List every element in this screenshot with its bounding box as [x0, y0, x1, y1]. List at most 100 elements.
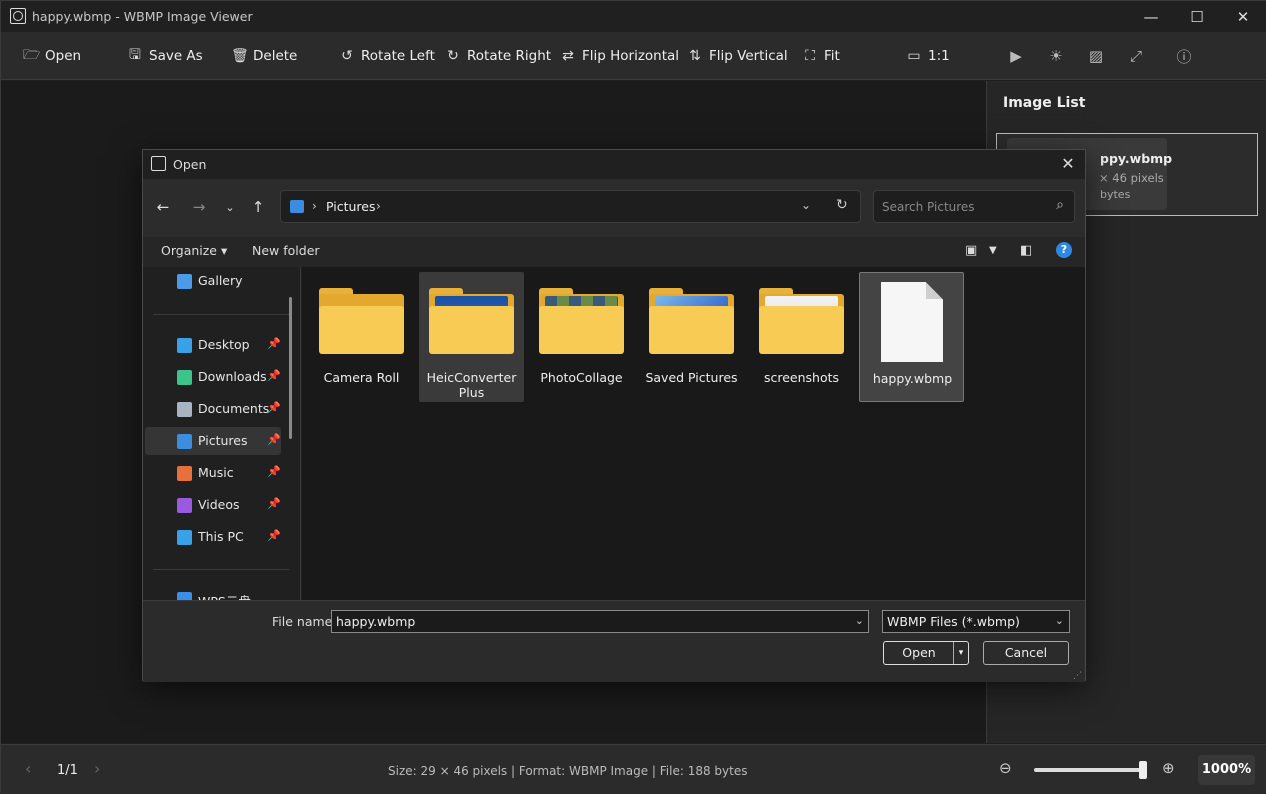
help-icon[interactable]: ? [1056, 242, 1072, 258]
save-as-label: Save As [149, 48, 203, 64]
open-button-label: Open [902, 645, 936, 660]
nav-item[interactable]: Gallery [145, 267, 281, 295]
open-split-dropdown-icon[interactable]: ▾ [953, 642, 968, 664]
rotate-left-button[interactable]: ↺ Rotate Left [339, 32, 435, 80]
nav-item-label: Videos [198, 497, 240, 512]
file-name-dropdown-icon[interactable]: ⌄ [855, 614, 864, 627]
refresh-icon[interactable]: ↻ [836, 197, 848, 213]
recent-locations-icon[interactable]: ⌄ [220, 201, 240, 214]
zoom-slider[interactable] [1034, 761, 1147, 779]
nav-separator [153, 569, 289, 570]
close-button[interactable]: ✕ [1220, 1, 1266, 32]
nav-item[interactable]: Pictures 📌 [145, 427, 281, 455]
cloud-icon [177, 591, 192, 600]
breadcrumb-chevron-icon[interactable]: › [376, 199, 381, 213]
back-arrow-icon[interactable]: ← [153, 198, 173, 216]
nav-item[interactable]: Videos 📌 [145, 491, 281, 519]
resize-grip-icon[interactable]: ⋰ [1073, 671, 1082, 681]
dialog-command-bar: Organize ▾ New folder ▣ ▼ ◧ ? [143, 237, 1085, 267]
file-item-label: HeicConverterPlus [426, 370, 517, 400]
dialog-title-bar: Open ✕ [143, 150, 1085, 179]
folder-item[interactable]: PhotoCollage [529, 272, 634, 402]
rotate-left-icon: ↺ [341, 48, 353, 64]
pin-icon[interactable]: 📌 [267, 337, 281, 350]
status-bar: ‹ 1/1 › Size: 29 × 46 pixels | Format: W… [1, 744, 1266, 794]
folder-icon [319, 288, 404, 354]
next-image-icon[interactable]: › [94, 759, 100, 778]
navigation-pane: Gallery Desktop 📌 Downloads 📌 Documents 📌 Pictu… [143, 267, 301, 600]
delete-button[interactable]: 🗑 Delete [231, 32, 297, 80]
pin-icon[interactable]: 📌 [267, 497, 281, 510]
pin-icon[interactable]: 📌 [267, 433, 281, 446]
folder-item[interactable]: Saved Pictures [639, 272, 744, 402]
image-icon[interactable]: ▨ [1085, 45, 1107, 67]
title-bar: happy.wbmp - WBMP Image Viewer — ☐ ✕ [1, 1, 1266, 32]
flip-horizontal-button[interactable]: ⇄ Flip Horizontal [560, 32, 679, 80]
info-icon[interactable]: ⓘ [1173, 45, 1195, 67]
preview-pane-icon[interactable]: ◧ [1020, 243, 1032, 258]
nav-item[interactable]: Documents 📌 [145, 395, 281, 423]
nav-item[interactable]: This PC 📌 [145, 523, 281, 551]
dialog-open-button[interactable]: Open ▾ [883, 641, 969, 665]
file-name-label: File name: [272, 614, 337, 629]
nav-item-label: WPS云盘 [198, 591, 251, 600]
zoom-slider-thumb[interactable] [1139, 761, 1147, 779]
dialog-close-button[interactable]: ✕ [1057, 153, 1079, 175]
flip-vertical-button[interactable]: ⇅ Flip Vertical [687, 32, 788, 80]
zoom-out-icon[interactable]: ⊖ [999, 759, 1012, 777]
minimize-button[interactable]: — [1128, 1, 1174, 32]
folder-item[interactable]: Camera Roll [309, 272, 414, 402]
pin-icon[interactable]: 📌 [267, 529, 281, 542]
nav-item[interactable]: Music 📌 [145, 459, 281, 487]
breadcrumb-chevron-icon[interactable]: › [312, 199, 317, 213]
brightness-icon[interactable]: ☀ [1045, 45, 1067, 67]
image-list-title: Image List [1003, 95, 1086, 111]
breadcrumb-pictures[interactable]: Pictures [326, 199, 376, 214]
slideshow-icon[interactable]: ▶ [1005, 45, 1027, 67]
file-type-select[interactable]: WBMP Files (*.wbmp) ⌄ [882, 610, 1070, 633]
file-type-value: WBMP Files (*.wbmp) [887, 614, 1020, 629]
file-item[interactable]: happy.wbmp [859, 272, 964, 402]
nav-item[interactable]: Downloads 📌 [145, 363, 281, 391]
open-label: Open [45, 48, 82, 64]
actual-size-button[interactable]: ▭ 1:1 [906, 32, 949, 80]
dialog-cancel-button[interactable]: Cancel [983, 641, 1069, 665]
trash-icon: 🗑 [231, 48, 249, 64]
file-name-input[interactable]: happy.wbmp ⌄ [331, 610, 869, 633]
rotate-right-button[interactable]: ↻ Rotate Right [445, 32, 551, 80]
pin-icon[interactable]: 📌 [267, 369, 281, 382]
search-placeholder: Search Pictures [882, 200, 975, 214]
app-icon [10, 8, 26, 24]
up-arrow-icon[interactable]: ↑ [248, 198, 268, 216]
zoom-in-icon[interactable]: ⊕ [1162, 759, 1175, 777]
organize-label: Organize [161, 243, 217, 258]
nav-item[interactable]: Desktop 📌 [145, 331, 281, 359]
folder-icon [759, 288, 844, 354]
file-item-label: happy.wbmp [872, 371, 953, 386]
zoom-level[interactable]: 1000% [1198, 755, 1255, 785]
folder-item[interactable]: screenshots [749, 272, 854, 402]
flip-horizontal-icon: ⇄ [562, 48, 574, 64]
fullscreen-icon[interactable]: ⤢ [1125, 45, 1147, 67]
nav-scrollbar[interactable] [289, 297, 292, 439]
new-folder-button[interactable]: New folder [252, 243, 320, 258]
maximize-button[interactable]: ☐ [1174, 1, 1220, 32]
forward-arrow-icon[interactable]: → [189, 198, 209, 216]
nav-item[interactable]: WPS云盘 [145, 585, 281, 600]
folder-item[interactable]: HeicConverterPlus [419, 272, 524, 402]
open-file-dialog: Open ✕ ← → ⌄ ↑ › Pictures › ⌄ ↻ Search P… [142, 149, 1086, 682]
search-input[interactable]: Search Pictures ⌕ [873, 190, 1075, 223]
open-button[interactable]: 🗁 Open [23, 32, 81, 80]
address-bar[interactable]: › Pictures › ⌄ ↻ [280, 190, 861, 223]
view-mode-icon[interactable]: ▣ [965, 243, 977, 258]
view-dropdown-icon[interactable]: ▼ [989, 245, 997, 256]
address-dropdown-icon[interactable]: ⌄ [801, 198, 811, 212]
actual-size-icon: ▭ [907, 48, 921, 64]
pin-icon[interactable]: 📌 [267, 465, 281, 478]
organize-menu[interactable]: Organize ▾ [161, 243, 227, 258]
pin-icon[interactable]: 📌 [267, 401, 281, 414]
gallery-icon [177, 273, 192, 289]
fit-button[interactable]: ⛶ Fit [802, 32, 840, 80]
save-as-button[interactable]: 🖫 Save As [127, 32, 203, 80]
prev-image-icon[interactable]: ‹ [25, 759, 31, 778]
